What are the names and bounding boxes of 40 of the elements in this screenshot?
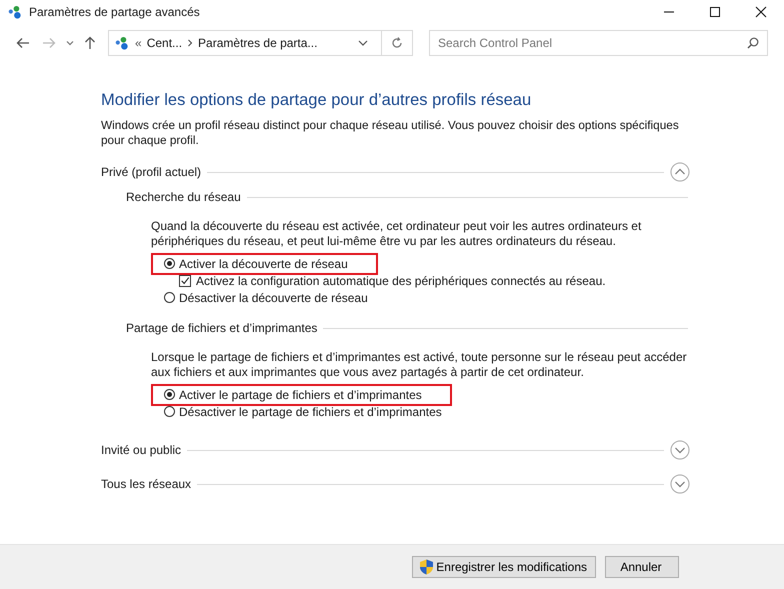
expand-chevron-icon[interactable] (670, 474, 690, 494)
breadcrumb-item[interactable]: Cent... (146, 36, 182, 50)
network-icon (8, 4, 23, 20)
refresh-icon[interactable] (391, 37, 403, 49)
save-button[interactable]: Enregistrer les modifications (412, 556, 596, 578)
breadcrumb-item[interactable]: Paramètres de parta... (198, 36, 318, 50)
checkbox-label[interactable]: Activez la configuration automatique des périphériques connectés au réseau. (196, 274, 606, 288)
section-title: Privé (profil actuel) (101, 165, 202, 179)
dropdown-caret-icon[interactable] (358, 40, 368, 46)
shield-icon (419, 559, 434, 575)
radio-label[interactable]: Activer le partage de fichiers et d’imprimantes (179, 388, 422, 402)
address-bar[interactable]: « Cent... Paramètres de parta... (108, 30, 413, 56)
radio-button[interactable] (164, 258, 175, 269)
up-arrow-icon[interactable] (84, 36, 96, 50)
checkbox[interactable] (179, 274, 191, 286)
radio-button[interactable] (164, 389, 175, 400)
search-icon[interactable] (747, 37, 759, 49)
window-title: Paramètres de partage avancés (29, 5, 200, 19)
dropdown-caret-icon[interactable] (66, 40, 74, 46)
back-arrow-icon[interactable] (16, 37, 30, 49)
radio-button[interactable] (164, 292, 175, 303)
group-title: Partage de fichiers et d’imprimantes (126, 321, 318, 335)
section-title: Invité ou public (101, 443, 182, 457)
overflow-chevron[interactable]: « (135, 36, 142, 50)
collapse-chevron-icon[interactable] (670, 162, 690, 182)
page-heading: Modifier les options de partage pour d’autres profils réseau (101, 91, 532, 110)
radio-button[interactable] (164, 406, 175, 417)
radio-label[interactable]: Désactiver le partage de fichiers et d’imprimantes (179, 404, 442, 418)
group-description: Lorsque le partage de fichiers et d’imprimantes est activé, toute personne sur le réseau peut accéder aux fichiers et aux imprimantes que vous avez partagés à partir de cet ordinateur. (150, 350, 688, 380)
expand-chevron-icon[interactable] (670, 440, 690, 460)
group-description: Quand la découverte du réseau est activée, cet ordinateur peut voir les autres ordinateurs et périphériques du réseau, et peut lui-même être vu par les autres ordinateurs du réseau. (150, 219, 642, 249)
intro-text: Windows crée un profil réseau distinct pour chaque réseau utilisé. Vous pouvez choisir des options spécifiques pour chaque profil. (101, 118, 680, 148)
radio-label[interactable]: Désactiver la découverte de réseau (179, 290, 368, 304)
search-field[interactable]: Search Control Panel (429, 30, 768, 56)
network-icon (115, 36, 130, 50)
cancel-button[interactable]: Annuler (605, 556, 679, 578)
section-title: Tous les réseaux (101, 477, 192, 491)
breadcrumb-separator-icon (187, 39, 194, 47)
group-title: Recherche du réseau (126, 190, 241, 204)
radio-label[interactable]: Activer la découverte de réseau (179, 256, 348, 270)
